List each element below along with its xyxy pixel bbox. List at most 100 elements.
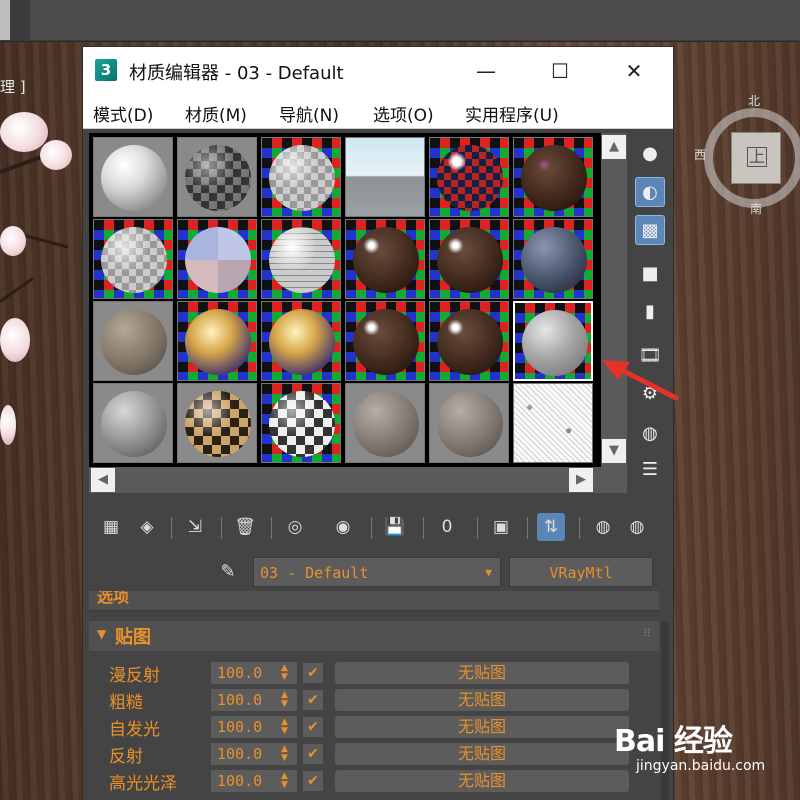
title-bar[interactable]: 3 材质编辑器 - 03 - Default — ☐ ✕ [83,47,673,95]
material-sample-slot[interactable] [429,137,509,217]
material-sample-slot[interactable] [429,383,509,463]
go-forward-sibling-icon[interactable]: ◍ [623,513,651,541]
material-sample-slot[interactable] [93,219,173,299]
viewcube[interactable]: 上 北 西 南 [694,88,800,216]
delete-icon[interactable]: 🗑 [231,513,259,541]
spinner-arrows-icon[interactable]: ▲ ▼ [281,691,288,709]
material-sample-slot[interactable] [429,219,509,299]
map-row: 自发光 100.0 ▲ ▼ ✔ 无贴图 [89,715,659,740]
put-to-scene-icon[interactable]: ◈ [133,513,161,541]
compass-north[interactable]: 北 [748,92,760,109]
viewport-label[interactable]: 理 ] [0,76,26,97]
map-slot-button[interactable]: 无贴图 [335,689,629,711]
material-sample-slot[interactable] [177,383,257,463]
toolbar-edge [0,0,10,40]
make-unique-icon[interactable]: ◉ [329,513,357,541]
rollout-options-header[interactable]: 选项 [89,591,659,611]
material-preview-sphere [353,391,419,457]
show-end-result-icon[interactable]: ⇅ [537,513,565,541]
scroll-down-button[interactable]: ▼ [602,439,626,463]
sample-slots-vertical-scrollbar[interactable]: ▲ ▼ [601,133,627,467]
toolbar-separator [527,517,528,539]
material-sample-slot[interactable] [177,137,257,217]
material-sample-slot[interactable] [261,383,341,463]
background-checker-icon[interactable]: ▩ [635,215,665,245]
material-sample-slot[interactable] [261,219,341,299]
material-sample-slot[interactable] [261,301,341,381]
material-name-field[interactable]: 03 - Default ▼ [253,557,501,587]
material-sample-slot[interactable] [93,383,173,463]
compass-south[interactable]: 南 [750,200,762,217]
rollout-maps-header[interactable]: ▼ 贴图 ⠿ [89,621,659,651]
video-color-check-icon[interactable]: ▮ [635,297,665,327]
material-sample-slot[interactable] [177,301,257,381]
sample-slot-background [514,384,592,462]
select-by-material-icon[interactable]: ◍ [635,419,665,449]
assign-to-selection-icon[interactable]: ⇲ [181,513,209,541]
map-slot-button[interactable]: 无贴图 [335,662,629,684]
show-shaded-map-icon[interactable]: ▣ [487,513,515,541]
parameters-panel: 选项 ▼ 贴图 ⠿ 漫反射 100.0 ▲ ▼ ✔ 无贴图 粗糙 100.0 ▲ ▼ ✔ 无贴图 自发光… [83,591,673,800]
map-slot-button[interactable]: 无贴图 [335,743,629,765]
material-sample-slot[interactable] [429,301,509,381]
chevron-down-icon[interactable]: ▼ [485,558,492,588]
material-id-icon[interactable]: 0 [433,513,461,541]
pick-material-eyedropper-icon[interactable]: ✎ [215,559,241,585]
spinner-arrows-icon[interactable]: ▲ ▼ [281,745,288,763]
map-slot-button[interactable]: 无贴图 [335,770,629,792]
material-sample-slot[interactable] [93,301,173,381]
map-enable-checkbox[interactable]: ✔ [303,771,323,791]
spinner-arrows-icon[interactable]: ▲ ▼ [281,772,288,790]
material-map-navigator-icon[interactable]: ☰ [635,455,665,485]
material-sample-slot[interactable] [513,301,593,381]
backlight-icon[interactable]: ◐ [635,177,665,207]
material-preview-sphere [269,309,335,375]
material-preview-sphere [521,145,587,211]
menu-mode[interactable]: 模式(D) [93,101,153,126]
go-to-parent-icon[interactable]: ◍ [589,513,617,541]
compass-west[interactable]: 西 [694,146,706,163]
sample-uv-tiling-icon[interactable]: ■ [635,259,665,289]
material-sample-slot[interactable] [261,137,341,217]
material-sample-slot[interactable] [345,383,425,463]
sample-slots-horizontal-scrollbar[interactable]: ◀ ▶ [89,467,627,493]
map-enable-checkbox[interactable]: ✔ [303,663,323,683]
menu-utilities[interactable]: 实用程序(U) [465,101,559,126]
map-enable-checkbox[interactable]: ✔ [303,717,323,737]
get-material-icon[interactable]: ▦ [97,513,125,541]
toolbar-separator [423,517,424,539]
side-toolbar: ● ◐ ▩ ■ ▮ 🎞 ⚙ ◍ ☰ [633,135,669,495]
map-enable-checkbox[interactable]: ✔ [303,690,323,710]
scroll-up-button[interactable]: ▲ [602,135,626,159]
map-label: 自发光 [109,720,160,740]
scroll-left-button[interactable]: ◀ [91,468,115,492]
material-preview-sphere [101,227,167,293]
spinner-arrows-icon[interactable]: ▲ ▼ [281,718,288,736]
material-sample-slot[interactable] [513,137,593,217]
maximize-button[interactable]: ☐ [545,57,575,85]
close-button[interactable]: ✕ [619,57,649,85]
material-sample-slot[interactable] [513,383,593,463]
material-sample-slot[interactable] [513,219,593,299]
material-sample-slot[interactable] [177,219,257,299]
copy-material-icon[interactable]: ◎ [281,513,309,541]
menu-material[interactable]: 材质(M) [185,101,247,126]
menu-navigation[interactable]: 导航(N) [279,101,339,126]
material-sample-slot[interactable] [345,137,425,217]
material-preview-sphere [521,227,587,293]
material-sample-slot[interactable] [345,301,425,381]
minimize-button[interactable]: — [471,57,501,85]
material-type-button[interactable]: VRayMtl [509,557,653,587]
map-enable-checkbox[interactable]: ✔ [303,744,323,764]
save-to-library-icon[interactable]: 💾 [381,513,409,541]
spinner-arrows-icon[interactable]: ▲ ▼ [281,664,288,682]
material-preview-sphere [353,309,419,375]
material-sample-slot[interactable] [345,219,425,299]
scroll-right-button[interactable]: ▶ [569,468,593,492]
blossom [0,318,30,362]
sample-type-sphere-icon[interactable]: ● [635,139,665,169]
viewcube-face[interactable]: 上 [731,132,781,184]
menu-options[interactable]: 选项(O) [373,101,434,126]
material-sample-slot[interactable] [93,137,173,217]
map-slot-button[interactable]: 无贴图 [335,716,629,738]
